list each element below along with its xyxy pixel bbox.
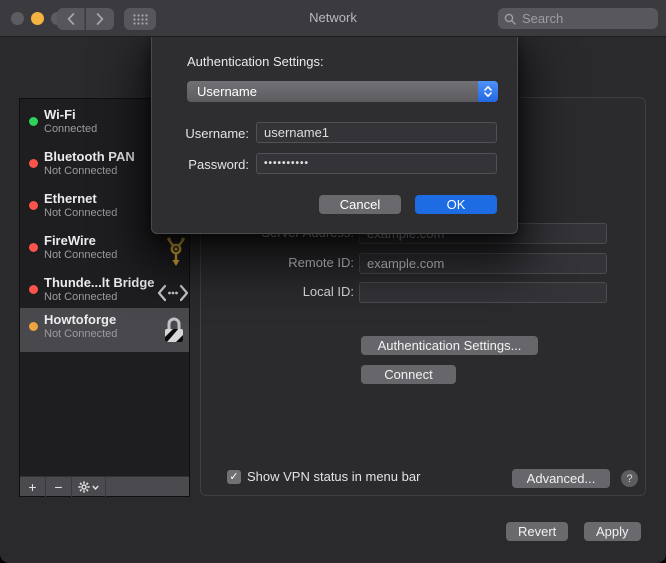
dropdown-stepper-icon xyxy=(478,81,498,102)
local-id-label: Local ID: xyxy=(302,284,354,299)
auth-method-dropdown[interactable]: Username xyxy=(187,81,498,102)
gear-icon xyxy=(78,481,90,493)
username-field[interactable] xyxy=(256,122,497,143)
advanced-button[interactable]: Advanced... xyxy=(512,469,610,488)
connection-name: Wi-Fi xyxy=(44,107,76,122)
status-dot xyxy=(29,243,38,252)
connection-status: Not Connected xyxy=(44,249,118,261)
password-field[interactable] xyxy=(256,153,497,174)
status-dot xyxy=(29,322,38,331)
connection-status: Connected xyxy=(44,123,98,135)
remote-id-label: Remote ID: xyxy=(288,255,354,270)
vpn-lock-icon xyxy=(165,317,183,342)
password-label: Password: xyxy=(188,157,249,172)
show-vpn-label: Show VPN status in menu bar xyxy=(247,469,421,484)
connection-name: FireWire xyxy=(44,233,96,248)
search-field[interactable] xyxy=(498,8,658,29)
status-dot xyxy=(29,201,38,210)
connection-name: Thunde...lt Bridge xyxy=(44,275,155,290)
connection-status: Not Connected xyxy=(44,291,118,303)
local-id-field[interactable] xyxy=(359,282,607,303)
sidebar-item-firewire[interactable]: FireWire Not Connected xyxy=(20,230,189,272)
firewire-icon xyxy=(167,237,185,266)
title-bar: Network xyxy=(0,0,666,37)
help-button[interactable]: ? xyxy=(621,470,638,487)
apply-button[interactable]: Apply xyxy=(584,522,641,541)
chevron-down-icon xyxy=(92,485,99,490)
connection-name: Ethernet xyxy=(44,191,97,206)
thunderbolt-bridge-icon xyxy=(157,284,189,302)
actions-menu-button[interactable] xyxy=(72,477,106,497)
connection-name: Bluetooth PAN xyxy=(44,149,135,164)
connection-status: Not Connected xyxy=(44,207,118,219)
authentication-settings-button[interactable]: Authentication Settings... xyxy=(361,336,538,355)
sidebar-footer-bar: + − xyxy=(20,476,189,497)
search-icon xyxy=(504,13,516,25)
search-input[interactable] xyxy=(520,10,652,27)
network-preferences-window: Server Address: Remote ID: Local ID: Aut… xyxy=(0,0,666,563)
authentication-settings-sheet: Authentication Settings: Username Userna… xyxy=(151,37,518,234)
status-dot xyxy=(29,285,38,294)
remote-id-field[interactable] xyxy=(359,253,607,274)
connection-status: Not Connected xyxy=(44,328,118,340)
show-vpn-checkbox[interactable]: ✓ xyxy=(227,470,241,484)
sidebar-item-howtoforge[interactable]: Howtoforge Not Connected xyxy=(20,308,189,352)
revert-button[interactable]: Revert xyxy=(506,522,569,541)
cancel-button[interactable]: Cancel xyxy=(319,195,401,214)
connection-name: Howtoforge xyxy=(44,312,117,327)
connect-button[interactable]: Connect xyxy=(361,365,456,384)
status-dot xyxy=(29,159,38,168)
sheet-title: Authentication Settings: xyxy=(187,54,324,69)
remove-connection-button[interactable]: − xyxy=(46,477,72,497)
status-dot xyxy=(29,117,38,126)
ok-button[interactable]: OK xyxy=(415,195,497,214)
dropdown-selected-value: Username xyxy=(197,84,257,99)
username-label: Username: xyxy=(185,126,249,141)
add-connection-button[interactable]: + xyxy=(20,477,46,497)
connection-status: Not Connected xyxy=(44,165,118,177)
